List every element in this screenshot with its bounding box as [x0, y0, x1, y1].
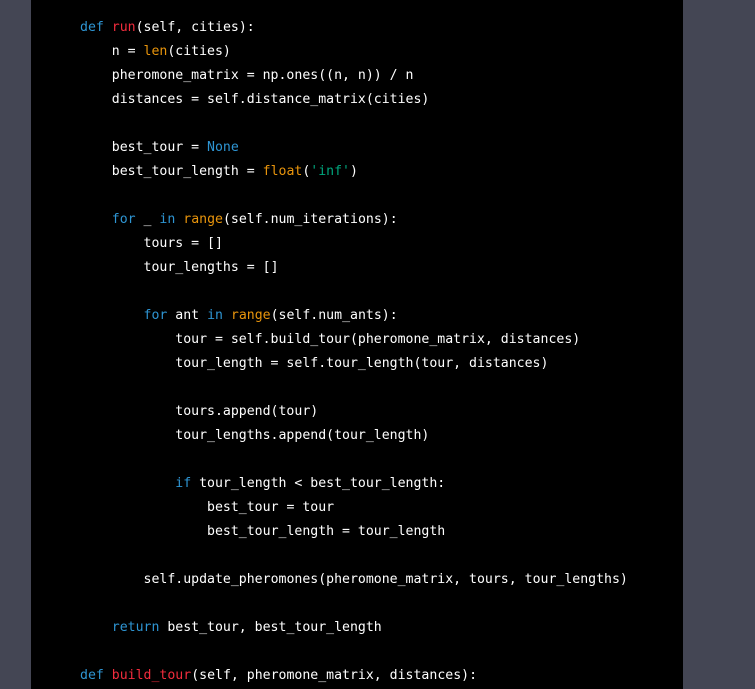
keyword-token: if [175, 476, 192, 491]
code-token: (self, pheromone_matrix, distances): [191, 668, 478, 683]
keyword-token: def [80, 20, 104, 35]
code-line: return best_tour, best_tour_length [80, 616, 628, 640]
keyword-token: for [143, 308, 168, 323]
code-token: (self.num_ants): [270, 308, 398, 323]
string-token: 'inf' [310, 164, 350, 179]
code-line: def build_tour(self, pheromone_matrix, d… [80, 664, 628, 688]
code-line: for _ in range(self.num_iterations): [80, 208, 628, 232]
code-line: best_tour = None [80, 136, 628, 160]
code-token: tour_lengths.append(tour_length) [175, 428, 430, 443]
keyword-token: def [80, 668, 104, 683]
function-name-token: build_tour [111, 668, 192, 683]
builtin-token: len [143, 44, 168, 59]
code-line: best_tour = tour [80, 496, 628, 520]
code-token: ) [349, 164, 358, 179]
code-token: (self, cities): [135, 20, 255, 35]
page: def run(self, cities): n = len(cities) p… [0, 0, 755, 689]
keyword-token: in [207, 308, 223, 323]
code-token: best_tour = tour [207, 500, 335, 515]
code-line: def run(self, cities): [80, 16, 628, 40]
keyword-token: None [207, 140, 239, 155]
code-line: tours = [] [80, 232, 628, 256]
code-token: n = [111, 44, 144, 59]
code-token: tours = [] [143, 236, 223, 251]
code-token: (cities) [167, 44, 231, 59]
code-line: for ant in range(self.num_ants): [80, 304, 628, 328]
code-line: if tour_length < best_tour_length: [80, 472, 628, 496]
code-token: tour = self.build_tour(pheromone_matrix,… [175, 332, 581, 347]
code-token: ant [167, 308, 208, 323]
code-token: best_tour = [111, 140, 208, 155]
code-line: pheromone_matrix = np.ones((n, n)) / n [80, 64, 628, 88]
code-token: distances = self.distance_matrix(cities) [111, 92, 430, 107]
code-content: def run(self, cities): n = len(cities) p… [80, 16, 628, 688]
code-line: tour_lengths = [] [80, 256, 628, 280]
code-line: distances = self.distance_matrix(cities) [80, 88, 628, 112]
code-line: best_tour_length = tour_length [80, 520, 628, 544]
builtin-token: range [183, 212, 223, 227]
function-name-token: run [111, 20, 136, 35]
code-token: _ [135, 212, 160, 227]
code-line: tour_length = self.tour_length(tour, dis… [80, 352, 628, 376]
keyword-token: in [159, 212, 176, 227]
code-line: tour = self.build_tour(pheromone_matrix,… [80, 328, 628, 352]
code-token: best_tour_length = [111, 164, 263, 179]
code-token: tour_length < best_tour_length: [191, 476, 446, 491]
code-token: best_tour_length = tour_length [207, 524, 446, 539]
code-token: pheromone_matrix = np.ones((n, n)) / n [111, 68, 414, 83]
code-line: tours.append(tour) [80, 400, 628, 424]
builtin-token: range [230, 308, 271, 323]
code-block[interactable]: def run(self, cities): n = len(cities) p… [31, 0, 683, 689]
keyword-token: for [111, 212, 136, 227]
code-token: best_tour, best_tour_length [159, 620, 382, 635]
code-line: self.update_pheromones(pheromone_matrix,… [80, 568, 628, 592]
code-line: tour_lengths.append(tour_length) [80, 424, 628, 448]
code-token: tour_length = self.tour_length(tour, dis… [175, 356, 549, 371]
code-line: best_tour_length = float('inf') [80, 160, 628, 184]
keyword-token: return [111, 620, 160, 635]
code-token: tours.append(tour) [175, 404, 319, 419]
code-token: self.update_pheromones(pheromone_matrix,… [143, 572, 628, 587]
builtin-token: float [262, 164, 303, 179]
code-line: n = len(cities) [80, 40, 628, 64]
code-token: (self.num_iterations): [222, 212, 398, 227]
code-token: tour_lengths = [] [143, 260, 279, 275]
